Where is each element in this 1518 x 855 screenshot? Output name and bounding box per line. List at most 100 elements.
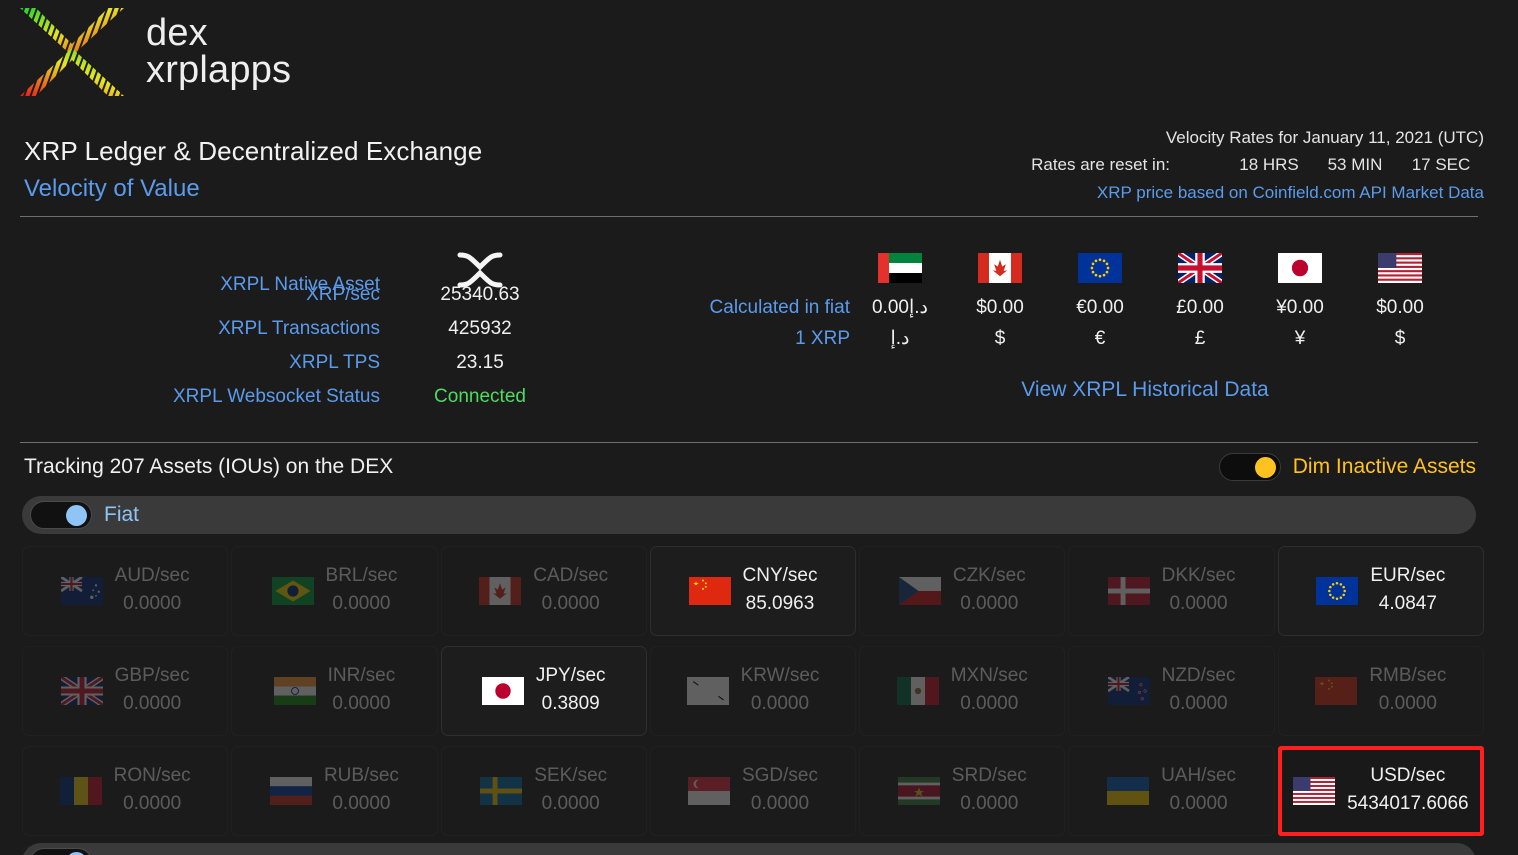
asset-card[interactable]: RMB/sec 0.0000 [1278, 646, 1484, 736]
fiat-section-bar[interactable]: Fiat [22, 496, 1476, 534]
flag-icon-cz [899, 577, 941, 605]
asset-card[interactable]: NZD/sec 0.0000 [1068, 646, 1274, 736]
asset-value: 0.0000 [751, 789, 809, 818]
xrp-per-sec-label: XRP/sec [0, 284, 380, 306]
asset-name: SGD/sec [742, 763, 818, 789]
toggle-knob [66, 505, 87, 526]
asset-value: 0.0000 [1379, 689, 1437, 718]
asset-card[interactable]: GBP/sec 0.0000 [22, 646, 228, 736]
brand-logo[interactable]: dex xrplapps [14, 4, 291, 100]
asset-card[interactable]: CAD/sec 0.0000 [441, 546, 647, 636]
flag-icon-ua [1107, 777, 1149, 805]
fiat-flag-us [1350, 253, 1450, 283]
asset-name: DKK/sec [1162, 563, 1236, 589]
native-row-tps: XRPL TPS 23.15 [0, 352, 580, 386]
asset-card[interactable]: SEK/sec 0.0000 [441, 746, 647, 836]
asset-card[interactable]: USD/sec 5434017.6066 [1278, 746, 1484, 836]
fiat-flag-ca [950, 253, 1050, 283]
asset-card[interactable]: INR/sec 0.0000 [231, 646, 437, 736]
flag-icon-mx [897, 677, 939, 705]
app-root: dex xrplapps XRP Ledger & Decentralized … [0, 0, 1518, 855]
flag-icon-eu [1316, 577, 1358, 605]
fiat-amount-0: 0.00د.إ [850, 296, 950, 319]
fiat-symbol-row: 1 XRP د.إ$€£¥$ [660, 327, 1500, 350]
divider-top [20, 216, 1478, 217]
flag-icon-ru [270, 777, 312, 805]
tracking-assets-text: Tracking 207 Assets (IOUs) on the DEX [24, 455, 393, 479]
fiat-section-label: Fiat [104, 503, 139, 527]
asset-card[interactable]: UAH/sec 0.0000 [1068, 746, 1274, 836]
asset-card[interactable]: EUR/sec 4.0847 [1278, 546, 1484, 636]
asset-value: 0.0000 [332, 689, 390, 718]
flag-icon-kr [687, 677, 729, 705]
dim-inactive-toggle-group[interactable]: Dim Inactive Assets [1219, 453, 1476, 481]
asset-name: SRD/sec [952, 763, 1027, 789]
asset-card[interactable]: MXN/sec 0.0000 [859, 646, 1065, 736]
native-row-transactions: XRPL Transactions 425932 [0, 318, 580, 352]
fiat-flag-ae [850, 253, 950, 283]
fiat-symbol-1: $ [950, 328, 1050, 350]
rates-date: Velocity Rates for January 11, 2021 (UTC… [1031, 128, 1484, 148]
asset-name: RUB/sec [324, 763, 399, 789]
asset-card-grid: AUD/sec 0.0000 BRL/sec 0.0000 CAD/sec 0.… [22, 546, 1484, 855]
asset-name: JPY/sec [536, 663, 606, 689]
fiat-toggle[interactable] [30, 501, 92, 529]
flag-icon-ro [60, 777, 102, 805]
asset-card[interactable]: AUD/sec 0.0000 [22, 546, 228, 636]
fiat-symbol-2: € [1050, 328, 1150, 350]
dim-inactive-toggle[interactable] [1219, 453, 1281, 481]
next-section-toggle[interactable] [30, 848, 92, 855]
flag-icon-cn [689, 577, 731, 605]
asset-name: UAH/sec [1161, 763, 1236, 789]
flag-icon-sr [898, 777, 940, 805]
view-historical-data-link[interactable]: View XRPL Historical Data [660, 378, 1500, 402]
asset-card[interactable]: JPY/sec 0.3809 [441, 646, 647, 736]
fiat-amount-2: €0.00 [1050, 297, 1150, 319]
page-subtitle[interactable]: Velocity of Value [24, 175, 482, 203]
asset-card[interactable]: RON/sec 0.0000 [22, 746, 228, 836]
xrp-per-sec-value: 25340.63 [380, 284, 580, 306]
next-section-bar[interactable] [22, 843, 1476, 855]
asset-name: KRW/sec [741, 663, 820, 689]
fiat-flag-jp [1250, 253, 1350, 283]
asset-value: 0.0000 [332, 589, 390, 618]
asset-name: BRL/sec [326, 563, 398, 589]
native-row-xrp-per-sec: XRP/sec 25340.63 [0, 284, 580, 318]
asset-card[interactable]: SRD/sec 0.0000 [859, 746, 1065, 836]
asset-card[interactable]: KRW/sec 0.0000 [650, 646, 856, 736]
fiat-flag-row [660, 246, 1500, 290]
asset-name: GBP/sec [115, 663, 190, 689]
asset-name: AUD/sec [115, 563, 190, 589]
reset-label: Rates are reset in: [1031, 155, 1170, 175]
tps-value: 23.15 [380, 352, 580, 374]
asset-card[interactable]: CZK/sec 0.0000 [859, 546, 1065, 636]
price-source-link[interactable]: XRP price based on Coinfield.com API Mar… [1031, 183, 1484, 203]
asset-card[interactable]: CNY/sec 85.0963 [650, 546, 856, 636]
fiat-conversion-panel: Calculated in fiat 0.00د.إ$0.00€0.00£0.0… [660, 246, 1500, 402]
page-title-block: XRP Ledger & Decentralized Exchange Velo… [24, 136, 482, 203]
fiat-amount-3: £0.00 [1150, 297, 1250, 319]
asset-name: MXN/sec [951, 663, 1028, 689]
asset-value: 85.0963 [746, 589, 815, 618]
asset-value: 0.0000 [332, 789, 390, 818]
flag-icon-br [272, 577, 314, 605]
flag-icon-se [480, 777, 522, 805]
fiat-amount-1: $0.00 [950, 297, 1050, 319]
native-row-websocket: XRPL Websocket Status Connected [0, 386, 580, 420]
asset-card[interactable]: DKK/sec 0.0000 [1068, 546, 1274, 636]
asset-card[interactable]: SGD/sec 0.0000 [650, 746, 856, 836]
asset-name: EUR/sec [1370, 563, 1445, 589]
native-asset-panel: XRPL Native Asset XRP/sec 25340.63 XRPL … [0, 250, 580, 420]
flag-icon-jp [482, 677, 524, 705]
asset-value: 0.0000 [123, 789, 181, 818]
transactions-label: XRPL Transactions [0, 318, 380, 340]
dim-inactive-label: Dim Inactive Assets [1293, 455, 1476, 479]
asset-card[interactable]: BRL/sec 0.0000 [231, 546, 437, 636]
flag-icon-au [61, 577, 103, 605]
asset-value: 0.0000 [123, 589, 181, 618]
velocity-rates-info: Velocity Rates for January 11, 2021 (UTC… [1031, 128, 1484, 203]
asset-value: 4.0847 [1379, 589, 1437, 618]
asset-card[interactable]: RUB/sec 0.0000 [231, 746, 437, 836]
divider-middle [20, 442, 1478, 443]
asset-value: 0.0000 [960, 689, 1018, 718]
